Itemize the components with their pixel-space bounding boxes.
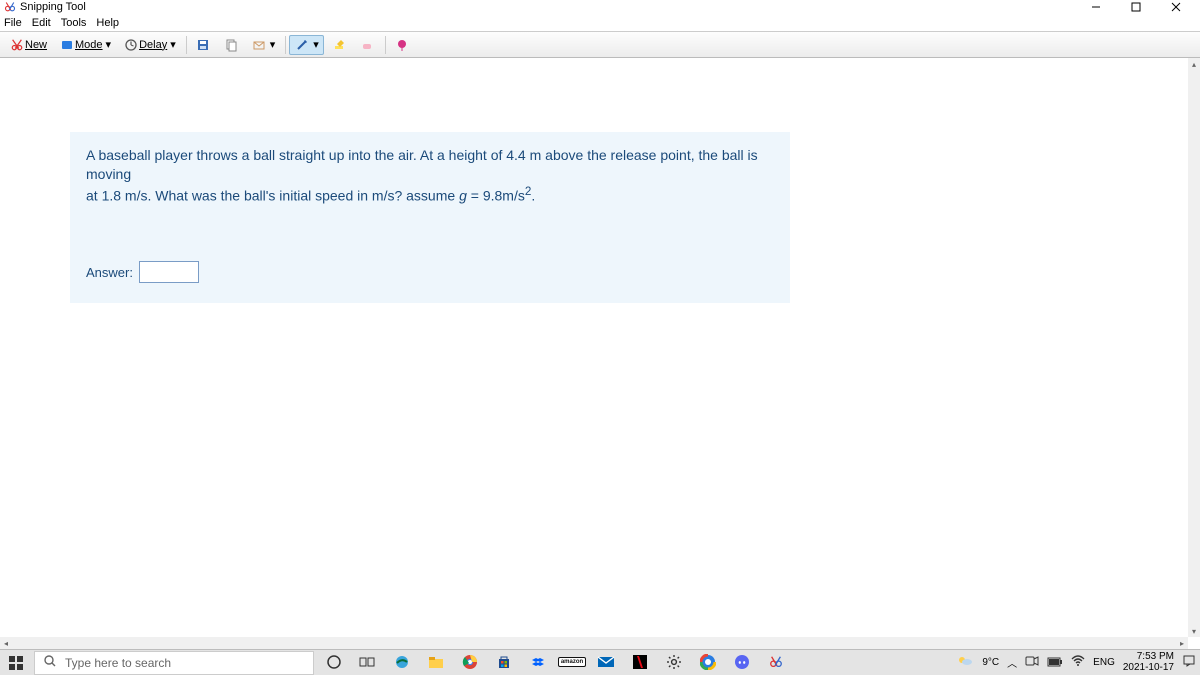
input-lang[interactable]: ENG [1093,657,1115,668]
answer-input[interactable] [139,261,199,283]
settings-icon[interactable] [662,653,686,673]
chevron-down-icon: ▾ [170,38,176,51]
vertical-scrollbar[interactable]: ▴ ▾ [1188,58,1200,637]
task-view-icon[interactable] [356,653,380,673]
time: 7:53 PM [1137,652,1174,663]
snipping-tool-taskbar-icon[interactable] [764,653,788,673]
chevron-down-icon: ▾ [313,38,319,51]
maximize-button[interactable] [1116,0,1156,14]
discord-icon[interactable] [730,653,754,673]
clock-icon [123,37,139,53]
window-title: Snipping Tool [20,1,86,13]
new-snip-button[interactable]: New [4,35,52,55]
mode-icon [59,37,75,53]
start-button[interactable] [0,650,32,676]
minimize-button[interactable] [1076,0,1116,14]
weather-temp[interactable]: 9°C [982,657,999,668]
chevron-down-icon: ▾ [270,38,276,51]
menu-bar: File Edit Tools Help [0,14,1200,32]
scroll-right-icon[interactable]: ▸ [1176,637,1188,649]
tray-chevron-icon[interactable]: ︿ [1007,655,1017,670]
taskbar-search[interactable]: Type here to search [34,651,314,675]
pen-button[interactable]: ▾ [289,35,324,55]
delay-label: Delay [139,39,167,51]
question-card: A baseball player throws a ball straight… [70,132,790,303]
chevron-down-icon: ▾ [106,38,112,51]
mail-icon [251,37,267,53]
meet-now-icon[interactable] [1025,655,1039,670]
mode-button[interactable]: Mode ▾ [54,35,116,55]
menu-tools[interactable]: Tools [61,17,87,29]
scissors-icon [9,37,25,53]
taskbar: Type here to search amazon 9°C ︿ ENG 7:5… [0,649,1200,675]
new-label: New [25,39,47,51]
eraser-icon [359,37,375,53]
title-bar: Snipping Tool [0,0,1200,14]
wifi-icon[interactable] [1071,655,1085,670]
taskbar-pinned: amazon [322,653,788,673]
action-center-icon[interactable] [1182,654,1196,671]
dropbox-icon[interactable] [526,653,550,673]
date: 2021-10-17 [1123,663,1174,674]
eraser-button[interactable] [354,35,380,55]
balloon-icon [394,37,410,53]
toolbar-separator [385,36,386,54]
edge-icon[interactable] [390,653,414,673]
file-explorer-icon[interactable] [424,653,448,673]
send-button[interactable]: ▾ [246,35,281,55]
copy-button[interactable] [218,35,244,55]
close-button[interactable] [1156,0,1196,14]
scroll-left-icon[interactable]: ◂ [0,637,12,649]
scroll-down-icon[interactable]: ▾ [1188,625,1200,637]
copy-icon [223,37,239,53]
capture-viewport: A baseball player throws a ball straight… [0,58,1188,637]
clock[interactable]: 7:53 PM 2021-10-17 [1123,652,1174,673]
mail-app-icon[interactable] [594,653,618,673]
horizontal-scrollbar[interactable]: ◂ ▸ [0,637,1188,649]
scroll-up-icon[interactable]: ▴ [1188,58,1200,70]
amazon-icon[interactable]: amazon [560,653,584,673]
weather-icon[interactable] [956,653,974,672]
netflix-icon[interactable] [628,653,652,673]
save-button[interactable] [190,35,216,55]
save-icon [195,37,211,53]
search-icon [43,654,57,671]
highlighter-button[interactable] [326,35,352,55]
toolbar: New Mode ▾ Delay ▾ ▾ ▾ [0,32,1200,58]
microsoft-store-icon[interactable] [492,653,516,673]
highlighter-icon [331,37,347,53]
snipping-tool-icon [4,1,16,13]
paint3d-button[interactable] [389,35,415,55]
battery-icon[interactable] [1047,656,1063,670]
toolbar-separator [285,36,286,54]
question-text: A baseball player throws a ball straight… [86,146,774,205]
toolbar-separator [186,36,187,54]
cortana-icon[interactable] [322,653,346,673]
pen-icon [294,37,310,53]
system-tray: 9°C ︿ ENG 7:53 PM 2021-10-17 [956,652,1200,673]
menu-help[interactable]: Help [96,17,119,29]
search-placeholder: Type here to search [65,656,171,670]
browser-alt-icon[interactable] [696,653,720,673]
answer-label: Answer: [86,265,133,280]
menu-edit[interactable]: Edit [32,17,51,29]
menu-file[interactable]: File [4,17,22,29]
delay-button[interactable]: Delay ▾ [118,35,181,55]
chrome-icon[interactable] [458,653,482,673]
mode-label: Mode [75,39,103,51]
answer-row: Answer: [86,261,774,283]
